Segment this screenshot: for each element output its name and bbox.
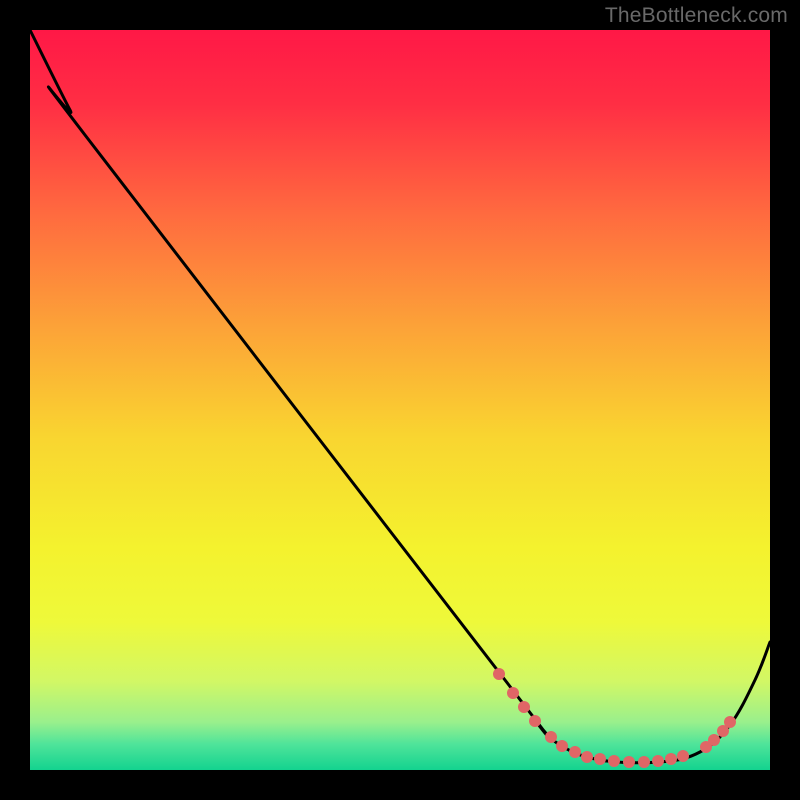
curve-marker — [518, 701, 530, 713]
chart-stage: TheBottleneck.com — [0, 0, 800, 800]
curve-marker — [545, 731, 557, 743]
chart-svg — [0, 0, 800, 800]
curve-marker — [708, 734, 720, 746]
watermark-text: TheBottleneck.com — [605, 4, 788, 28]
curve-marker — [594, 753, 606, 765]
curve-marker — [581, 751, 593, 763]
curve-marker — [623, 756, 635, 768]
curve-marker — [677, 750, 689, 762]
curve-marker — [608, 755, 620, 767]
curve-marker — [665, 753, 677, 765]
curve-marker — [529, 715, 541, 727]
curve-marker — [652, 755, 664, 767]
curve-marker — [507, 687, 519, 699]
plot-background — [30, 30, 770, 770]
curve-marker — [569, 746, 581, 758]
curve-marker — [556, 740, 568, 752]
curve-marker — [493, 668, 505, 680]
curve-marker — [638, 756, 650, 768]
curve-marker — [724, 716, 736, 728]
